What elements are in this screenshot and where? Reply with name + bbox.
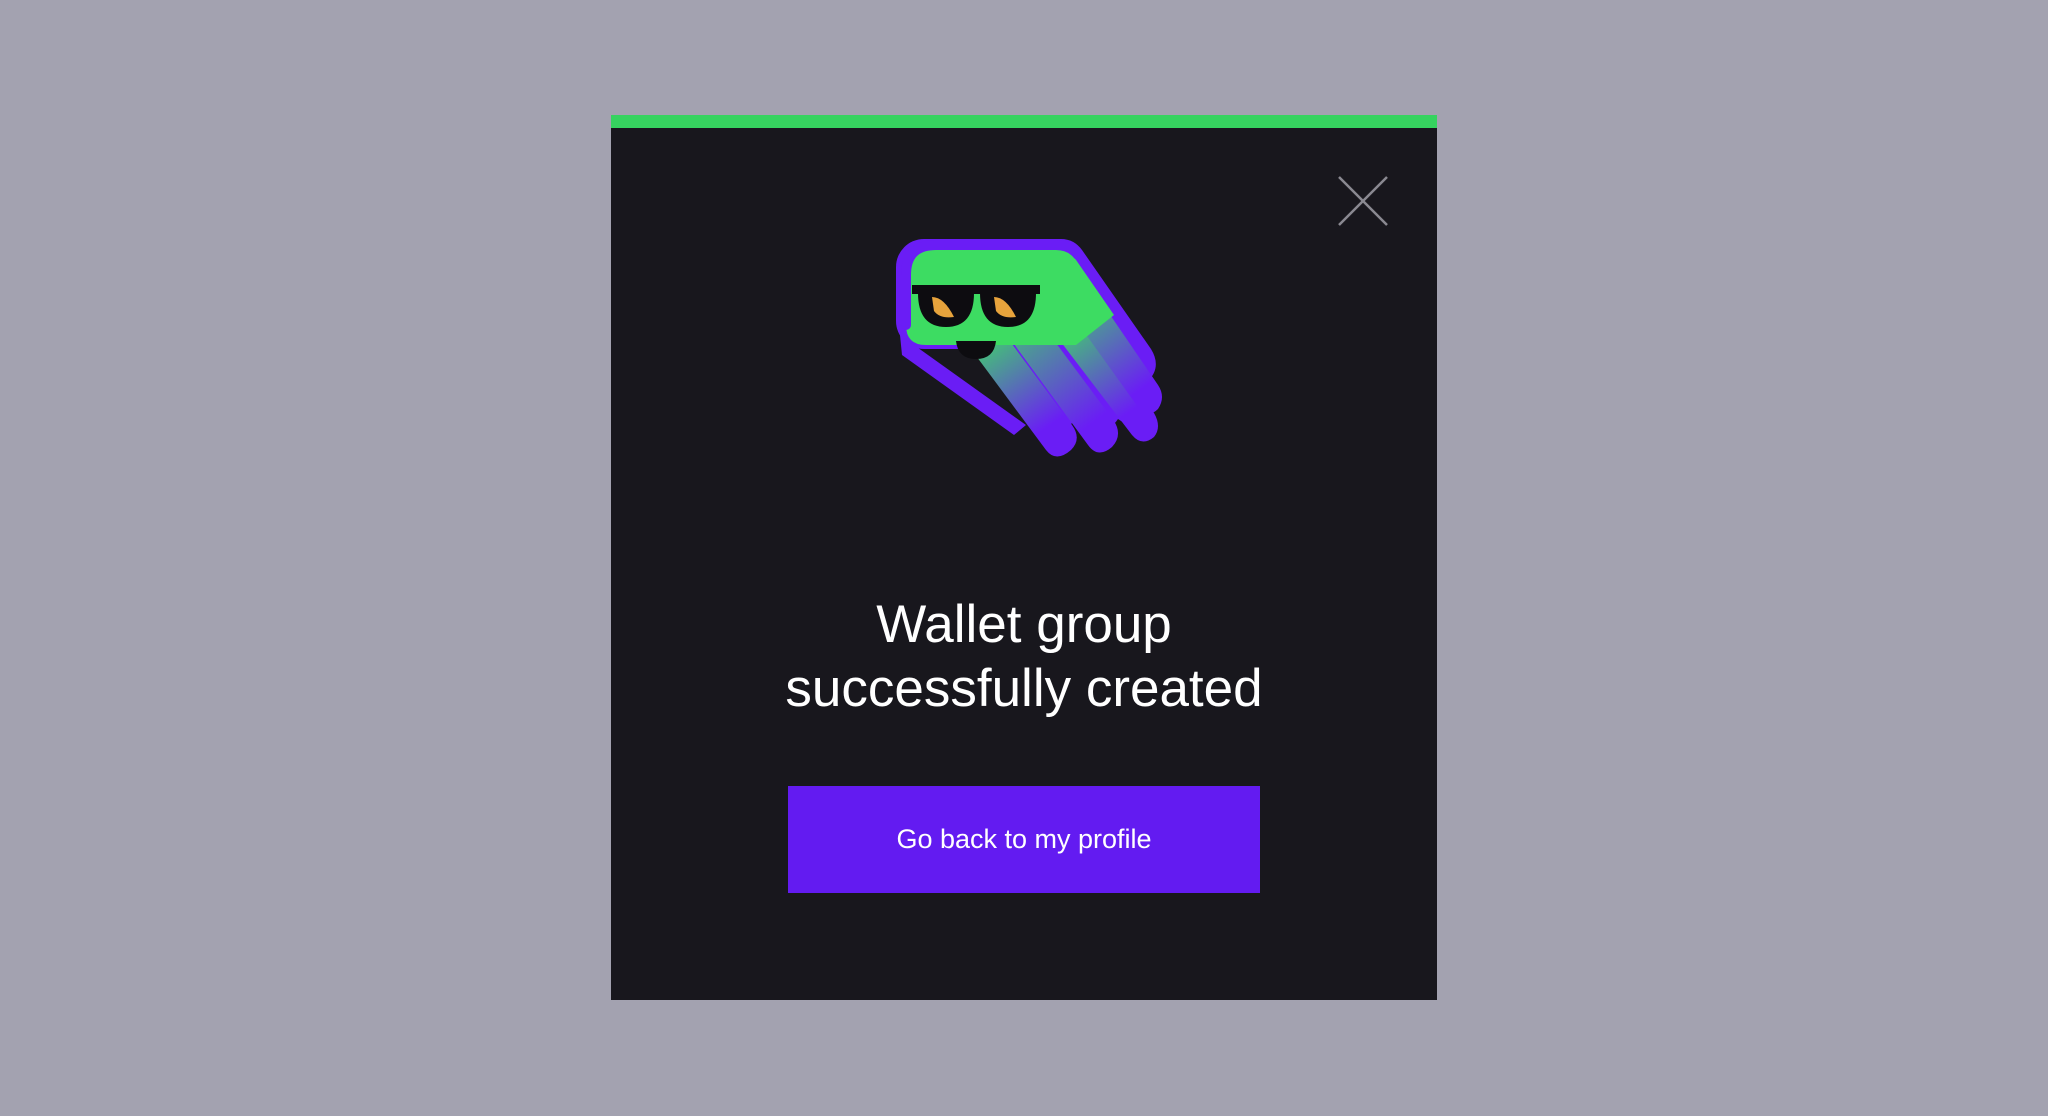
close-icon bbox=[1338, 176, 1388, 226]
dialog-title: Wallet group successfully created bbox=[611, 593, 1437, 721]
ghost-mascot-illustration bbox=[896, 235, 1166, 495]
dialog-title-line-2: successfully created bbox=[785, 659, 1263, 718]
close-button[interactable] bbox=[1337, 175, 1389, 227]
go-back-to-profile-button[interactable]: Go back to my profile bbox=[788, 786, 1260, 893]
dialog-accent-bar bbox=[611, 115, 1437, 128]
success-dialog: Wallet group successfully created Go bac… bbox=[611, 115, 1437, 1000]
dialog-title-line-1: Wallet group bbox=[876, 595, 1172, 654]
